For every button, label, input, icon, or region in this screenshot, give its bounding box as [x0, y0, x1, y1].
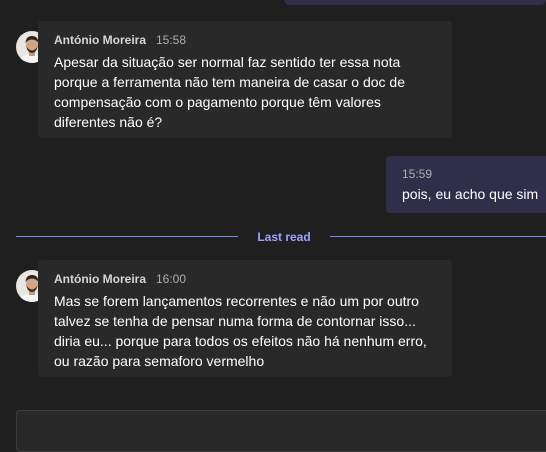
previous-own-message-bubble	[284, 0, 546, 5]
last-read-divider-right	[330, 236, 546, 237]
own-message-bubble[interactable]: 15:59 pois, eu acho que sim	[386, 156, 546, 213]
message-time: 15:58	[156, 33, 187, 47]
message-line: compensação com o pagamento porque têm v…	[54, 94, 381, 110]
own-message-time: 15:59	[402, 167, 433, 181]
message-meta: António Moreira 16:00	[54, 271, 186, 287]
message-bubble[interactable]: António Moreira 16:00 Mas se forem lançam…	[38, 260, 452, 377]
message-line: diria eu... porque para todos os efeitos…	[54, 333, 427, 349]
message-text: Apesar da situação ser normal faz sentid…	[54, 52, 444, 132]
sender-name: António Moreira	[54, 33, 146, 47]
last-read-divider-left	[16, 236, 238, 237]
message-bubble[interactable]: António Moreira 15:58 Apesar da situação …	[38, 21, 452, 138]
message-line: Apesar da situação ser normal faz sentid…	[54, 54, 401, 70]
message-line: ou razão para semaforo vermelho	[54, 353, 265, 369]
message-line: diferentes não é?	[54, 114, 163, 130]
own-message-text: pois, eu acho que sim	[402, 186, 539, 202]
last-read-label: Last read	[257, 230, 311, 244]
message-line: Mas se forem lançamentos recorrentes e n…	[54, 293, 419, 309]
message-time: 16:00	[156, 272, 187, 286]
message-text: Mas se forem lançamentos recorrentes e n…	[54, 291, 444, 371]
message-line: porque a ferramenta não tem maneira de c…	[54, 74, 405, 90]
sender-name: António Moreira	[54, 272, 146, 286]
message-line: talvez se tenha de pensar numa forma de …	[54, 313, 416, 329]
message-meta: António Moreira 15:58	[54, 32, 186, 48]
compose-message-box[interactable]	[16, 410, 546, 452]
